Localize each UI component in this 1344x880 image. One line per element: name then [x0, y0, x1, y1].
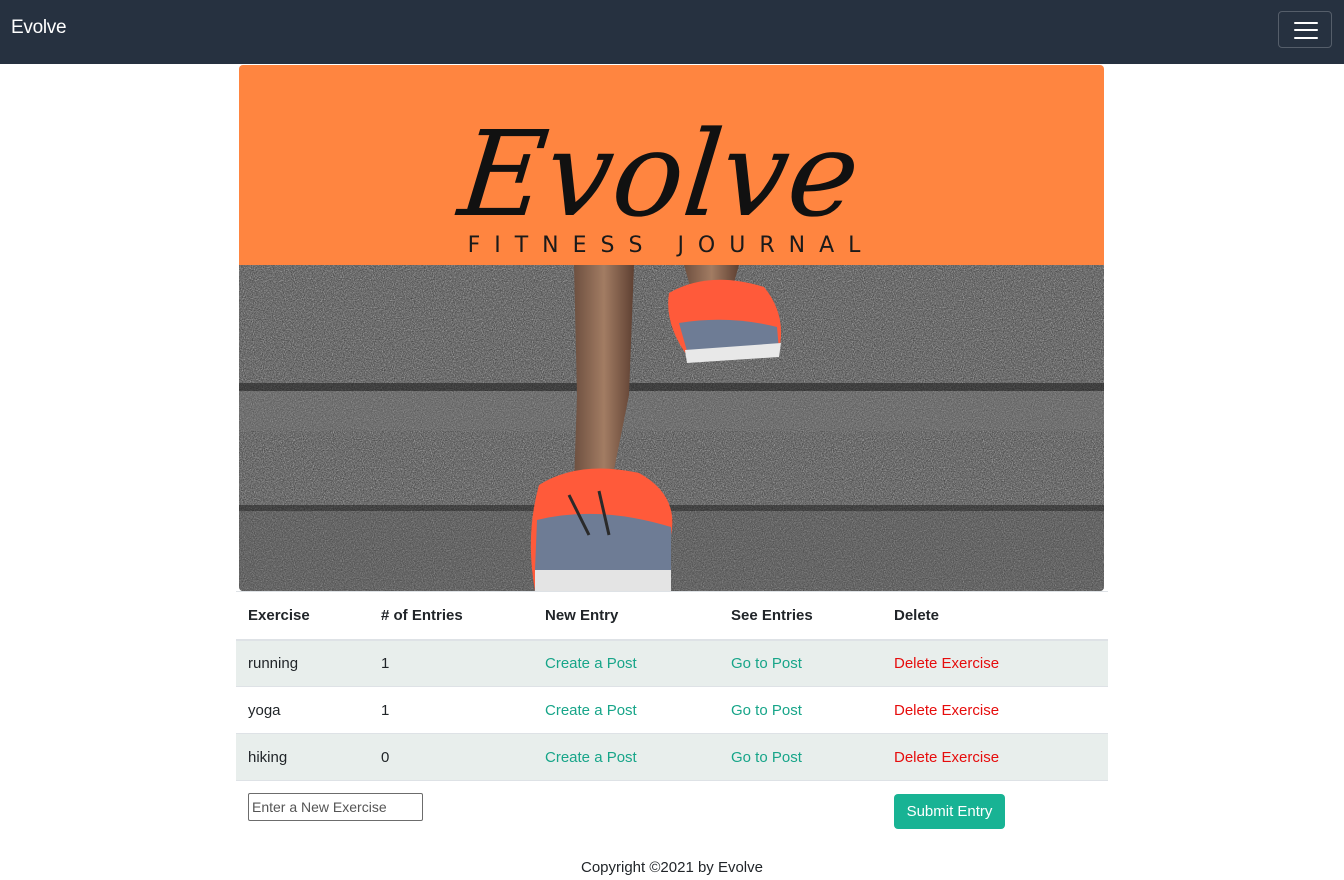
header-delete: Delete: [882, 591, 1108, 641]
brand-link[interactable]: Evolve: [11, 17, 67, 39]
logo-script-text: Evolve: [451, 105, 866, 243]
table-row: hiking 0 Create a Post Go to Post Delete…: [236, 733, 1108, 781]
delete-exercise-link[interactable]: Delete Exercise: [894, 655, 999, 672]
entry-count: 1: [369, 686, 533, 734]
create-post-link[interactable]: Create a Post: [545, 702, 637, 719]
create-post-link[interactable]: Create a Post: [545, 749, 637, 766]
entry-count: 1: [369, 639, 533, 687]
submit-entry-button[interactable]: Submit Entry: [894, 794, 1005, 829]
new-exercise-input[interactable]: [248, 793, 423, 821]
hamburger-icon-bar: [1294, 37, 1318, 39]
header-new-entry: New Entry: [533, 591, 719, 641]
go-to-post-link[interactable]: Go to Post: [731, 749, 802, 766]
hamburger-icon: [1294, 22, 1318, 24]
hero-banner-image: Evolve FITNESS JOURNAL: [239, 65, 1104, 591]
exercise-name: running: [236, 639, 369, 687]
menu-toggle-button[interactable]: [1278, 11, 1332, 48]
header-exercise: Exercise: [236, 591, 369, 641]
hamburger-icon-bar: [1294, 29, 1318, 31]
table-row: yoga 1 Create a Post Go to Post Delete E…: [236, 686, 1108, 734]
delete-exercise-link[interactable]: Delete Exercise: [894, 749, 999, 766]
logo-tagline: FITNESS JOURNAL: [468, 233, 875, 258]
table-row: running 1 Create a Post Go to Post Delet…: [236, 639, 1108, 687]
create-post-link[interactable]: Create a Post: [545, 655, 637, 672]
exercise-name: yoga: [236, 686, 369, 734]
top-navbar: Evolve: [0, 0, 1344, 64]
go-to-post-link[interactable]: Go to Post: [731, 702, 802, 719]
header-entries-count: # of Entries: [369, 591, 533, 641]
table-header-row: Exercise # of Entries New Entry See Entr…: [236, 591, 1108, 641]
exercise-name: hiking: [236, 733, 369, 781]
footer-copyright: Copyright ©2021 by Evolve: [581, 859, 763, 876]
hero-illustration: Evolve FITNESS JOURNAL: [239, 65, 1104, 591]
exercise-table: Exercise # of Entries New Entry See Entr…: [236, 591, 1108, 781]
go-to-post-link[interactable]: Go to Post: [731, 655, 802, 672]
header-see-entries: See Entries: [719, 591, 882, 641]
entry-count: 0: [369, 733, 533, 781]
delete-exercise-link[interactable]: Delete Exercise: [894, 702, 999, 719]
